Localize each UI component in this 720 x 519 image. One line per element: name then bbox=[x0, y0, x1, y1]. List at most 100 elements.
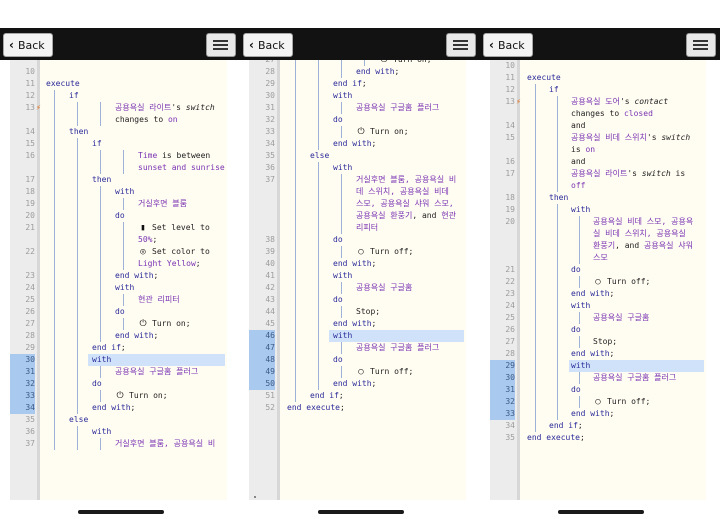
code-line[interactable]: 21 do bbox=[480, 264, 720, 276]
code-line[interactable]: 30 with bbox=[0, 354, 240, 366]
code-line[interactable]: 38 do bbox=[240, 234, 480, 246]
code-line[interactable]: 31 공용욕실 구글홈 플러그 bbox=[0, 366, 240, 378]
code-line[interactable]: 33 end with; bbox=[480, 408, 720, 420]
code-line[interactable]: 11 execute bbox=[0, 78, 240, 90]
code-line[interactable]: 18 with bbox=[0, 186, 240, 198]
code-line[interactable]: 36 with bbox=[240, 162, 480, 174]
code-line[interactable]: 24 with bbox=[0, 282, 240, 294]
menu-button[interactable] bbox=[686, 33, 716, 57]
code-line[interactable]: 22 ○ Turn off; bbox=[480, 276, 720, 288]
code-line[interactable]: 28 end with; bbox=[240, 66, 480, 78]
code-line[interactable]: 10 bbox=[480, 60, 720, 72]
code-line[interactable]: 데 스위치, 공용욕실 비데 bbox=[240, 186, 480, 198]
code-line[interactable]: 24 with bbox=[480, 300, 720, 312]
code-line[interactable]: 15 공용욕실 비데 스위치's switch bbox=[480, 132, 720, 144]
code-line[interactable]: 45 end with; bbox=[240, 318, 480, 330]
code-line[interactable]: 37 거실후면 블룸, 공용욕실 비 bbox=[240, 174, 480, 186]
code-line[interactable]: 34 end with; bbox=[0, 402, 240, 414]
code-line[interactable]: 44 Stop; bbox=[240, 306, 480, 318]
code-line[interactable]: 30 with bbox=[240, 90, 480, 102]
code-line[interactable]: 30 공용욕실 구글홈 플러그 bbox=[480, 372, 720, 384]
menu-button[interactable] bbox=[446, 33, 476, 57]
code-line[interactable]: 29 end if; bbox=[240, 78, 480, 90]
code-line[interactable]: 25 공용욕실 구글홈 bbox=[480, 312, 720, 324]
code-line[interactable]: 환풍기, and 공용욕실 샤워 bbox=[480, 240, 720, 252]
code-line[interactable]: 26 do bbox=[480, 324, 720, 336]
code-line[interactable]: 35 end execute; bbox=[480, 432, 720, 444]
code-line[interactable]: 39 ○ Turn off; bbox=[240, 246, 480, 258]
code-line[interactable]: 27 ⏻ Turn on; bbox=[0, 318, 240, 330]
code-line[interactable]: 47 공용욕실 구글홈 플러그 bbox=[240, 342, 480, 354]
code-line[interactable]: 33 ⏻ Turn on; bbox=[240, 126, 480, 138]
code-line[interactable]: sunset and sunrise bbox=[0, 162, 240, 174]
code-line[interactable]: 16 and bbox=[480, 156, 720, 168]
code-line[interactable]: is on bbox=[480, 144, 720, 156]
code-line[interactable]: 15 if bbox=[0, 138, 240, 150]
code-line[interactable]: 52 end execute; bbox=[240, 402, 480, 414]
code-line[interactable]: 48 do bbox=[240, 354, 480, 366]
code-line[interactable]: 50 end with; bbox=[240, 378, 480, 390]
code-line[interactable]: 28 end with; bbox=[480, 348, 720, 360]
code-line[interactable]: 16 Time is between bbox=[0, 150, 240, 162]
code-line[interactable]: 37 거실후면 블룸, 공용욕실 비 bbox=[0, 438, 240, 450]
back-button[interactable]: ‹ Back bbox=[3, 33, 53, 57]
code-line[interactable]: 14 then bbox=[0, 126, 240, 138]
code-line[interactable]: 13 ⚡ 공용욕실 도어's contact bbox=[480, 96, 720, 108]
code-line[interactable]: 스모 bbox=[480, 252, 720, 264]
code-line[interactable]: 35 else bbox=[0, 414, 240, 426]
code-line[interactable]: 32 do bbox=[0, 378, 240, 390]
code-line[interactable]: 19 with bbox=[480, 204, 720, 216]
code-line[interactable]: 10 bbox=[0, 66, 240, 78]
code-line[interactable]: 31 do bbox=[480, 384, 720, 396]
code-line[interactable]: 35 else bbox=[240, 150, 480, 162]
code-line[interactable]: 11 execute bbox=[480, 72, 720, 84]
menu-button[interactable] bbox=[206, 33, 236, 57]
code-line[interactable]: 40 end with; bbox=[240, 258, 480, 270]
code-line[interactable]: 34 end with; bbox=[240, 138, 480, 150]
code-line[interactable]: 23 end with; bbox=[0, 270, 240, 282]
code-line[interactable]: 23 end with; bbox=[480, 288, 720, 300]
code-line[interactable]: 50%; bbox=[0, 234, 240, 246]
code-line[interactable]: 17 then bbox=[0, 174, 240, 186]
code-line[interactable]: 32 do bbox=[240, 114, 480, 126]
code-line[interactable]: 14 and bbox=[480, 120, 720, 132]
code-line[interactable]: 22 ◎ Set color to bbox=[0, 246, 240, 258]
code-line[interactable]: 34 end if; bbox=[480, 420, 720, 432]
code-line[interactable]: 17 공용욕실 라이트's switch is bbox=[480, 168, 720, 180]
code-line[interactable]: 공용욕실 환풍기, and 현관 bbox=[240, 210, 480, 222]
code-line[interactable]: 32 ○ Turn off; bbox=[480, 396, 720, 408]
code-line[interactable]: 12 if bbox=[480, 84, 720, 96]
code-line[interactable]: 20 do bbox=[0, 210, 240, 222]
code-line[interactable]: 41 with bbox=[240, 270, 480, 282]
code-line[interactable]: 36 with bbox=[0, 426, 240, 438]
code-line[interactable]: 29 end if; bbox=[0, 342, 240, 354]
code-line[interactable]: 28 end with; bbox=[0, 330, 240, 342]
code-line[interactable]: 43 do bbox=[240, 294, 480, 306]
code-line[interactable]: 12 if bbox=[0, 90, 240, 102]
code-line[interactable]: 25 현관 리피터 bbox=[0, 294, 240, 306]
code-line[interactable]: 리피터 bbox=[240, 222, 480, 234]
code-editor[interactable]: 10 11 execute 12 if 13 ⚡ 공용욕실 도어's contact chang… bbox=[480, 60, 720, 500]
code-line[interactable]: 27 Stop; bbox=[480, 336, 720, 348]
code-line[interactable]: 51 end if; bbox=[240, 390, 480, 402]
code-line[interactable]: 26 do bbox=[0, 306, 240, 318]
code-line[interactable]: changes to closed bbox=[480, 108, 720, 120]
code-line[interactable]: 13 ⚡ 공용욕실 라이트's switch bbox=[0, 102, 240, 114]
code-line[interactable]: 31 공용욕실 구글홈 플러그 bbox=[240, 102, 480, 114]
code-line[interactable]: 29 with bbox=[480, 360, 720, 372]
back-button[interactable]: ‹ Back bbox=[243, 33, 293, 57]
code-line[interactable]: 실 비데 스위치, 공용욕실 bbox=[480, 228, 720, 240]
code-line[interactable]: 스모, 공용욕실 샤워 스모, bbox=[240, 198, 480, 210]
code-line[interactable]: 42 공용욕실 구글홈 bbox=[240, 282, 480, 294]
code-editor[interactable]: 10 11 execute 12 if 13 ⚡ 공용욕실 라이트's switch chang… bbox=[0, 60, 240, 500]
code-line[interactable]: 20 공용욕실 비데 스모, 공용욕 bbox=[480, 216, 720, 228]
back-button[interactable]: ‹ Back bbox=[483, 33, 533, 57]
code-line[interactable]: 21 ▮ Set level to bbox=[0, 222, 240, 234]
code-line[interactable]: Light Yellow; bbox=[0, 258, 240, 270]
code-line[interactable]: 49 ○ Turn off; bbox=[240, 366, 480, 378]
code-line[interactable]: changes to on bbox=[0, 114, 240, 126]
code-line[interactable]: 19 거실후면 블룸 bbox=[0, 198, 240, 210]
code-line[interactable]: off bbox=[480, 180, 720, 192]
code-editor[interactable]: 27⏻Turn on;28end with;29end if;30with31공… bbox=[240, 60, 480, 500]
code-line[interactable]: 33 ⏻ Turn on; bbox=[0, 390, 240, 402]
